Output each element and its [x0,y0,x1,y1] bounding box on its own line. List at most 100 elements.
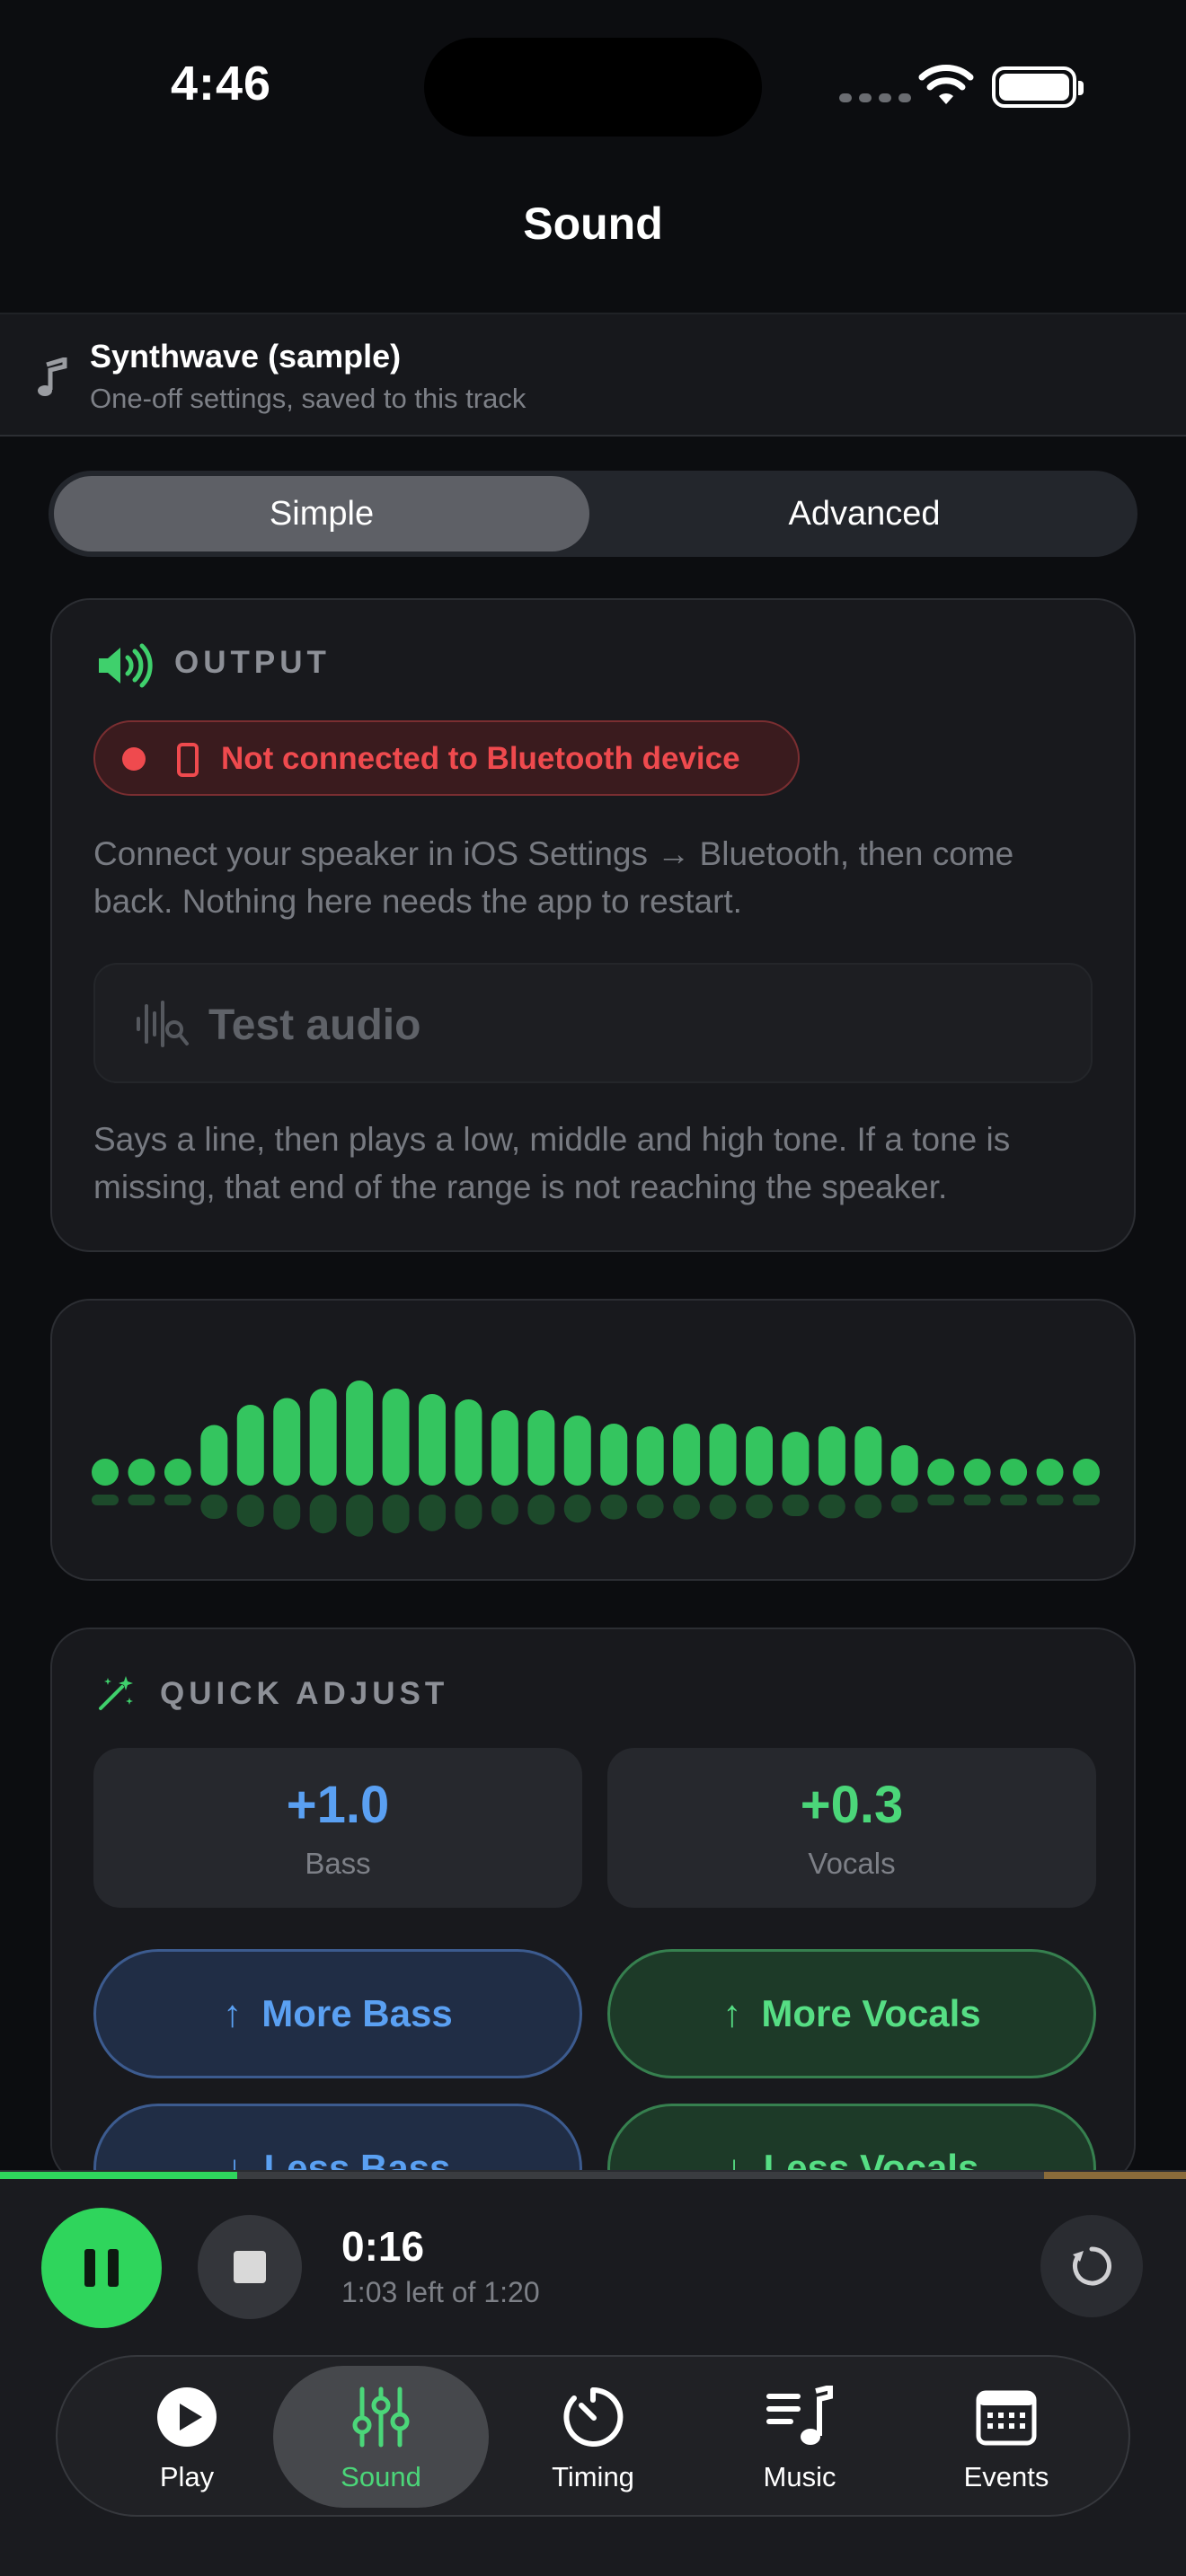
tab-music-label: Music [763,2461,836,2492]
elapsed-time: 0:16 [341,2223,425,2270]
spectrum-bar [164,1459,191,1486]
spectrum-bar-reflection [346,1495,374,1537]
bass-value: +1.0 [286,1776,390,1834]
vocals-value: +0.3 [800,1776,904,1834]
spectrum-bar-reflection [600,1495,628,1520]
spectrum-bar [1000,1459,1028,1486]
spectrum-bar-reflection [927,1495,955,1505]
spectrum-bar [709,1424,737,1486]
spectrum-bar-reflection [273,1495,301,1530]
quick-adjust-heading: QUICK ADJUST [160,1676,449,1711]
spectrum-visualizer [50,1299,1136,1581]
playback-progress-bar[interactable] [0,2172,1186,2179]
spectrum-bar-reflection [200,1495,228,1519]
spectrum-bar-reflection [563,1495,591,1523]
spectrum-bar [527,1410,555,1486]
spectrum-bars [92,1381,1100,1537]
spectrum-bar [673,1424,701,1486]
cellular-signal-icon [839,93,911,102]
progress-tail [1043,2172,1186,2179]
spectrum-bar [346,1381,374,1486]
tab-music[interactable]: Music [692,2366,907,2508]
spectrum-bar [636,1426,664,1486]
spectrum-bar [963,1459,991,1486]
pause-button[interactable] [41,2208,162,2328]
music-list-icon [766,2386,833,2445]
spectrum-bar [128,1459,155,1486]
spectrum-bar-reflection [782,1495,810,1516]
test-audio-button[interactable]: Test audio [93,963,1093,1083]
spectrum-bar-reflection [527,1495,555,1525]
spectrum-bar-reflection [455,1495,482,1530]
spectrum-bar [818,1426,845,1486]
spectrum-bar-reflection [673,1495,701,1520]
status-dot [122,747,146,771]
spectrum-bar-reflection [746,1495,773,1519]
status-time: 4:46 [171,57,272,110]
now-playing-bar: 0:16 1:03 left of 1:20 Play Sound Timing… [0,2170,1186,2576]
spectrum-bar [854,1426,882,1486]
play-circle-icon [157,2387,217,2447]
tab-events-label: Events [963,2461,1049,2492]
spectrum-bar [455,1399,482,1486]
test-audio-help-text: Says a line, then plays a low, middle an… [93,1121,1011,1205]
output-card: OUTPUT Not connected to Bluetooth device… [50,598,1136,1252]
tab-advanced[interactable]: Advanced [597,476,1132,551]
app-screen: 4:46 Sound Synthwave (sample) One-off se… [0,0,1186,2576]
spectrum-bar [419,1394,446,1486]
spectrum-bar-reflection [491,1495,518,1525]
tab-play[interactable]: Play [79,2366,295,2508]
stop-button[interactable] [198,2215,302,2319]
more-vocals-button[interactable]: ↑ More Vocals [607,1949,1096,2078]
more-bass-label: More Bass [261,1992,453,2034]
replay-button[interactable] [1040,2215,1143,2317]
spectrum-bar [782,1432,810,1486]
tab-sound[interactable]: Sound [273,2366,489,2508]
connect-help-text: Connect your speaker in iOS Settings → B… [93,835,1014,920]
spectrum-bar-reflection [1073,1495,1100,1505]
spectrum-bar-reflection [164,1495,191,1505]
vocals-label: Vocals [808,1847,896,1880]
track-subtitle: One-off settings, saved to this track [90,383,527,414]
spectrum-bar [382,1389,410,1486]
waveform-search-icon [137,1001,189,1047]
spectrum-bar-reflection [419,1495,446,1531]
remaining-time: 1:03 left of 1:20 [341,2276,540,2308]
tab-events[interactable]: Events [898,2366,1114,2508]
spectrum-bar-reflection [1036,1495,1064,1505]
spectrum-bar [1073,1459,1100,1486]
spectrum-bar-reflection [709,1495,737,1520]
arrow-up-icon: ↑ [722,1992,742,2034]
music-note-icon [38,357,67,396]
spectrum-bar [273,1398,301,1486]
spectrum-bar-reflection [309,1495,337,1534]
tab-timing-label: Timing [552,2461,634,2492]
page-title: Sound [523,198,663,249]
tab-play-label: Play [159,2461,215,2492]
spectrum-bar [563,1416,591,1486]
spectrum-bar [927,1459,955,1486]
progress-played [0,2172,237,2179]
arrow-up-icon: ↑ [223,1992,243,2034]
battery-icon [992,66,1084,108]
tab-sound-label: Sound [341,2461,421,2492]
spectrum-bar-reflection [818,1495,845,1519]
spectrum-bar [491,1410,518,1486]
spectrum-bar [236,1405,264,1486]
phone-icon [177,743,199,777]
spectrum-bar-reflection [636,1495,664,1519]
replay-icon [1073,2246,1111,2286]
spectrum-bar [200,1425,228,1486]
timer-icon [563,2386,624,2447]
sliders-icon [352,2386,410,2448]
spectrum-bar-reflection [1000,1495,1028,1505]
wifi-icon [918,65,974,104]
magic-wand-icon [99,1676,133,1710]
bluetooth-status-text: Not connected to Bluetooth device [221,741,740,776]
spectrum-bar-reflection [890,1495,918,1513]
spectrum-bar-reflection [854,1495,882,1519]
tab-timing[interactable]: Timing [485,2366,701,2508]
tab-simple[interactable]: Simple [54,476,589,551]
spectrum-bar-reflection [236,1495,264,1527]
more-bass-button[interactable]: ↑ More Bass [93,1949,582,2078]
